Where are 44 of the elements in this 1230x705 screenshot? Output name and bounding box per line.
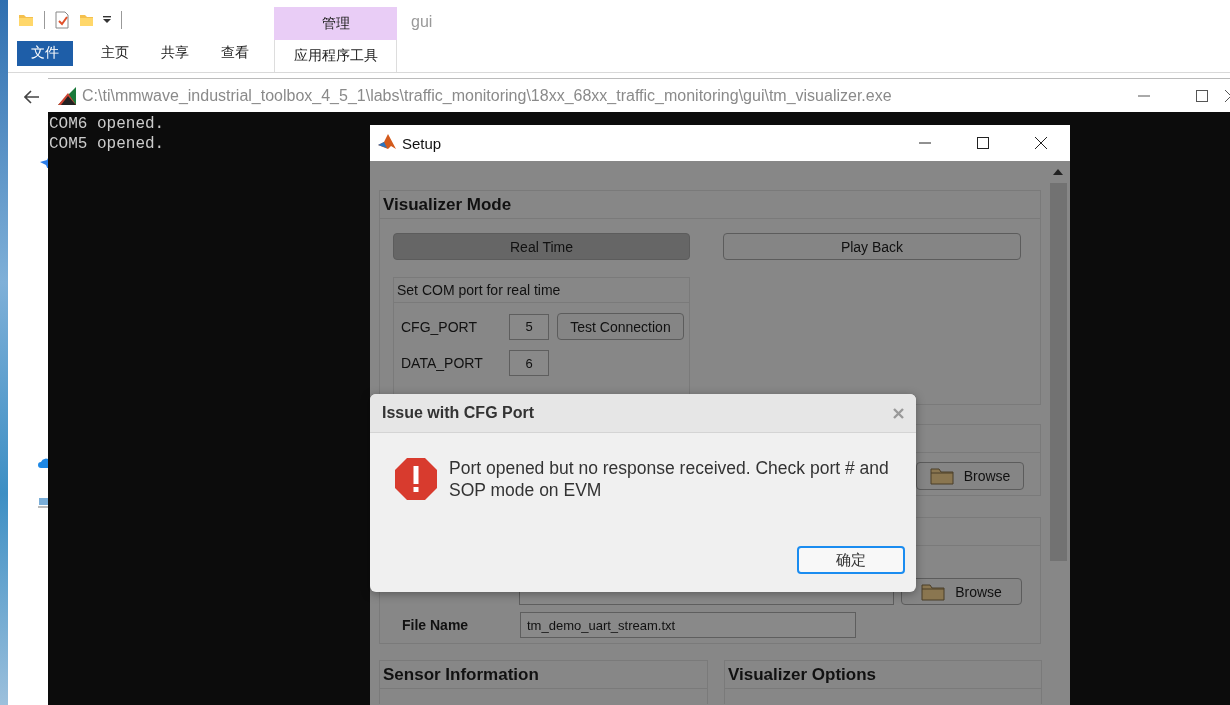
browse-button[interactable]: Browse xyxy=(916,462,1024,490)
dialog-title: Issue with CFG Port xyxy=(382,404,534,422)
folder-icon xyxy=(79,12,93,28)
file-tab[interactable]: 文件 xyxy=(17,40,73,66)
console-line: COM6 opened. xyxy=(49,114,165,134)
matlab-icon xyxy=(378,134,396,152)
panel-heading: Sensor Information xyxy=(380,661,707,689)
ok-button[interactable]: 确定 xyxy=(797,546,905,574)
app-icon xyxy=(58,86,76,105)
test-connection-button[interactable]: Test Connection xyxy=(557,313,684,340)
window-title: gui xyxy=(411,13,433,32)
port-label: DATA_PORT xyxy=(401,355,484,371)
ribbon-tab[interactable]: 主页 xyxy=(85,40,145,66)
folder-icon xyxy=(18,12,34,28)
scroll-up-icon xyxy=(1053,169,1063,175)
maximize-icon xyxy=(977,137,989,149)
error-icon xyxy=(394,457,438,501)
port-label: CFG_PORT xyxy=(401,318,478,335)
back-arrow-icon xyxy=(24,90,40,104)
field-label: File Name xyxy=(402,617,470,633)
ribbon-tab[interactable]: 共享 xyxy=(145,40,205,66)
contextual-tab[interactable]: 应用程序工具 xyxy=(274,40,397,72)
folder-icon xyxy=(921,582,946,601)
mode-button[interactable]: Play Back xyxy=(723,233,1021,260)
window-title: Setup xyxy=(402,134,442,152)
port-field[interactable]: 5 xyxy=(509,313,549,340)
panel-heading: Visualizer Mode xyxy=(380,191,1040,219)
browse-button[interactable]: Browse xyxy=(901,578,1022,605)
error-message: Port opened but no response received. Check port # and SOP mode on EVM xyxy=(449,457,890,502)
group-heading: Set COM port for real time xyxy=(394,278,689,303)
console-line: COM5 opened. xyxy=(49,134,165,154)
panel-heading: Visualizer Options xyxy=(725,661,1041,689)
contextual-tab-header: 管理 xyxy=(274,7,397,40)
close-icon xyxy=(893,407,904,419)
close-icon xyxy=(1035,137,1047,149)
ribbon-tab[interactable]: 查看 xyxy=(205,40,265,66)
file-name-field[interactable]: tm_demo_uart_stream.txt xyxy=(520,612,856,638)
checklist-icon xyxy=(55,11,69,29)
port-field[interactable]: 6 xyxy=(509,350,549,376)
caret-icon xyxy=(103,16,111,24)
maximize-icon xyxy=(1196,89,1208,102)
folder-icon xyxy=(929,467,954,485)
mode-button[interactable]: Real Time xyxy=(393,233,690,260)
window-title: C:\ti\mmwave_industrial_toolbox_4_5_1\labs\traffic_monitoring\18xx_68xx_traffic_monitoring\gui\tm_visualizer.exe xyxy=(82,86,892,105)
